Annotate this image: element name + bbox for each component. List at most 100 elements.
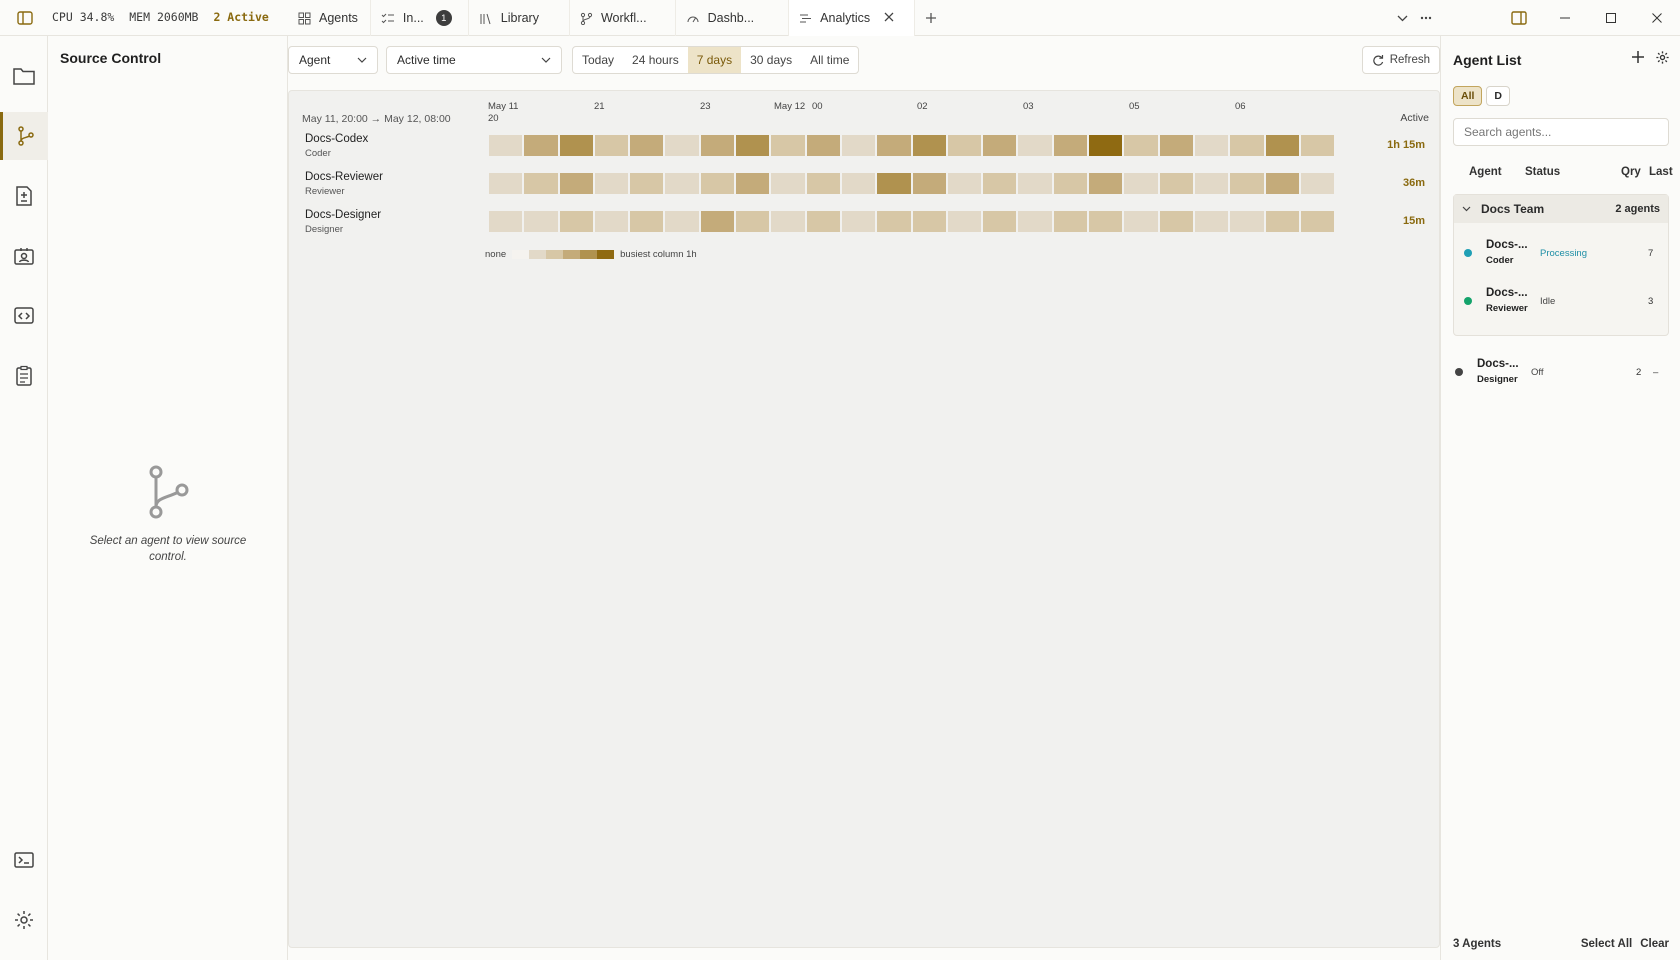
column-agent[interactable]: Agent xyxy=(1469,166,1502,178)
maximize-icon[interactable] xyxy=(1588,0,1634,36)
heatmap-cell[interactable] xyxy=(983,135,1017,156)
heatmap-cell[interactable] xyxy=(947,211,982,232)
heatmap-cell[interactable] xyxy=(1300,211,1335,232)
heatmap-cell[interactable] xyxy=(1089,135,1123,156)
range-7-days[interactable]: 7 days xyxy=(687,47,742,73)
sidebar-toggle-icon[interactable] xyxy=(16,9,34,27)
heatmap-cell[interactable] xyxy=(877,173,911,194)
heatmap-cell[interactable] xyxy=(1194,135,1229,156)
heatmap-cell[interactable] xyxy=(700,173,735,194)
activity-terminal[interactable] xyxy=(0,836,48,884)
heatmap-cell[interactable] xyxy=(665,211,699,232)
heatmap-cell[interactable] xyxy=(947,135,982,156)
activity-contacts[interactable] xyxy=(0,232,48,280)
heatmap-cell[interactable] xyxy=(630,173,664,194)
more-icon[interactable] xyxy=(1414,0,1438,36)
heatmap-cell[interactable] xyxy=(1194,211,1229,232)
activity-diff[interactable] xyxy=(0,172,48,220)
heatmap-cell[interactable] xyxy=(1089,211,1123,232)
tab-workflows[interactable]: Workfl... xyxy=(570,0,676,36)
heatmap-cell[interactable] xyxy=(1124,173,1158,194)
heatmap-cell[interactable] xyxy=(983,211,1017,232)
heatmap-cell[interactable] xyxy=(1089,173,1123,194)
heatmap-cell[interactable] xyxy=(524,211,558,232)
heatmap-cell[interactable] xyxy=(594,211,629,232)
column-last[interactable]: Last xyxy=(1649,166,1673,178)
heatmap-cell[interactable] xyxy=(1053,211,1088,232)
heatmap-cell[interactable] xyxy=(912,135,946,156)
range-24-hours[interactable]: 24 hours xyxy=(623,47,688,73)
heatmap-cell[interactable] xyxy=(1124,135,1158,156)
activity-settings[interactable] xyxy=(0,896,48,944)
tab-analytics[interactable]: Analytics xyxy=(789,0,916,36)
range-today[interactable]: Today xyxy=(573,47,623,73)
clear-button[interactable]: Clear xyxy=(1640,938,1669,950)
heatmap-cell[interactable] xyxy=(877,211,911,232)
heatmap-cell[interactable] xyxy=(1230,135,1264,156)
heatmap-cell[interactable] xyxy=(1053,173,1088,194)
heatmap-cell[interactable] xyxy=(1265,173,1299,194)
group-header[interactable]: Docs Team 2 agents xyxy=(1454,195,1668,223)
heatmap-cell[interactable] xyxy=(736,211,770,232)
heatmap-cell[interactable] xyxy=(630,211,664,232)
range-30-days[interactable]: 30 days xyxy=(741,47,801,73)
heatmap-cell[interactable] xyxy=(771,211,805,232)
heatmap-cell[interactable] xyxy=(771,135,805,156)
heatmap-cell[interactable] xyxy=(1265,135,1299,156)
heatmap-cell[interactable] xyxy=(1194,173,1229,194)
heatmap-cell[interactable] xyxy=(630,135,664,156)
new-tab-button[interactable] xyxy=(915,0,947,36)
panel-toggle-icon[interactable] xyxy=(1496,0,1542,36)
chip-all[interactable]: All xyxy=(1453,86,1483,106)
tab-library[interactable]: Library xyxy=(469,0,570,36)
heatmap-cell[interactable] xyxy=(665,173,699,194)
heatmap-cell[interactable] xyxy=(594,135,629,156)
heatmap-cell[interactable] xyxy=(983,173,1017,194)
activity-source-control[interactable] xyxy=(0,112,48,160)
heatmap-cell[interactable] xyxy=(1230,173,1264,194)
heatmap-cell[interactable] xyxy=(1018,173,1052,194)
heatmap-cell[interactable] xyxy=(1159,211,1193,232)
heatmap-cell[interactable] xyxy=(771,173,805,194)
search-input[interactable] xyxy=(1453,118,1669,146)
heatmap-cell[interactable] xyxy=(1018,211,1052,232)
heatmap-cell[interactable] xyxy=(559,173,593,194)
heatmap-cell[interactable] xyxy=(1300,135,1335,156)
activity-explorer[interactable] xyxy=(0,52,48,100)
heatmap-cell[interactable] xyxy=(524,135,558,156)
select-all-button[interactable]: Select All xyxy=(1581,938,1632,950)
heatmap-cell[interactable] xyxy=(700,135,735,156)
list-item[interactable]: Docs-... Reviewer Idle 3 xyxy=(1454,281,1670,321)
heatmap-cell[interactable] xyxy=(1230,211,1264,232)
heatmap-cell[interactable] xyxy=(1159,173,1193,194)
chip-d[interactable]: D xyxy=(1486,86,1511,106)
gear-icon[interactable] xyxy=(1655,50,1670,65)
column-status[interactable]: Status xyxy=(1525,166,1560,178)
chevron-down-icon[interactable] xyxy=(1390,0,1414,36)
heatmap-cell[interactable] xyxy=(806,211,840,232)
heatmap-cell[interactable] xyxy=(1265,211,1299,232)
heatmap-cell[interactable] xyxy=(489,173,523,194)
tab-inbox[interactable]: In... 1 xyxy=(371,0,469,36)
heatmap-cell[interactable] xyxy=(559,211,593,232)
metric-select[interactable]: Active time xyxy=(386,46,562,74)
list-item[interactable]: Docs-... Coder Processing 7 xyxy=(1454,233,1670,273)
heatmap-cell[interactable] xyxy=(1124,211,1158,232)
refresh-button[interactable]: Refresh xyxy=(1361,46,1440,74)
tab-agents[interactable]: Agents xyxy=(288,0,371,36)
range-all-time[interactable]: All time xyxy=(801,47,858,73)
heatmap-cell[interactable] xyxy=(1053,135,1088,156)
heatmap-cell[interactable] xyxy=(559,135,593,156)
heatmap-cell[interactable] xyxy=(841,135,876,156)
group-by-select[interactable]: Agent xyxy=(288,46,378,74)
heatmap-cell[interactable] xyxy=(1159,135,1193,156)
heatmap-cell[interactable] xyxy=(700,211,735,232)
heatmap-cell[interactable] xyxy=(1300,173,1335,194)
heatmap-cell[interactable] xyxy=(736,135,770,156)
heatmap-cell[interactable] xyxy=(524,173,558,194)
heatmap-cell[interactable] xyxy=(841,173,876,194)
heatmap-cell[interactable] xyxy=(912,211,946,232)
column-qry[interactable]: Qry xyxy=(1621,166,1641,178)
tab-dashboard[interactable]: Dashb... xyxy=(676,0,790,36)
list-item[interactable]: Docs-... Designer Off 2 – xyxy=(1453,352,1669,392)
